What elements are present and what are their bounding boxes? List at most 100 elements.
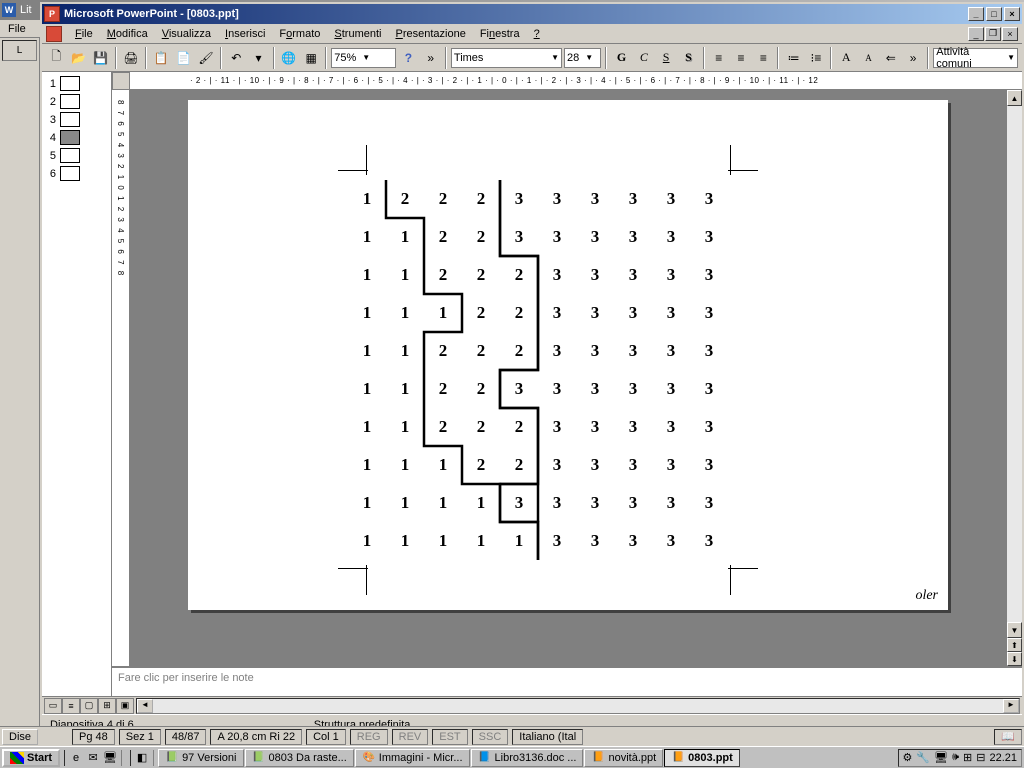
copy-button[interactable]: 📋 [151,47,171,69]
scroll-track[interactable] [1007,106,1022,622]
align-center-button[interactable]: ≡ [731,47,751,69]
undo-button[interactable]: ↶ [226,47,246,69]
menu-inserisci[interactable]: Inserisci [218,26,272,42]
thumb-6[interactable]: 6 [46,166,107,181]
slide-view-button[interactable]: ▢ [80,698,98,714]
taskbar[interactable]: Start e ✉ 🖥 ◧ 📗97 Versioni📗0803 Da raste… [0,746,1024,768]
mdi-minimize[interactable]: _ [968,27,984,41]
horizontal-scrollbar[interactable]: ◄ ► [136,698,1020,714]
taskbar-item[interactable]: 📗97 Versioni [158,749,243,767]
taskbar-item[interactable]: 📗0803 Da raste... [245,749,354,767]
zoom-select[interactable]: 75%▼ [331,48,396,68]
vertical-scrollbar[interactable]: ▲ ▼ ⬆ ⬇ [1006,90,1022,666]
outline-view-button[interactable]: ≡ [62,698,80,714]
thumb-5[interactable]: 5 [46,148,107,163]
ie-icon[interactable]: e [68,750,84,766]
grid-cell: 1 [500,522,538,560]
menu-finestra[interactable]: Finestra [473,26,527,42]
paste-button[interactable]: 📄 [173,47,193,69]
taskbar-item[interactable]: 📘Libro3136.doc ... [471,749,584,767]
save-button[interactable]: 💾 [91,47,111,69]
italic-button[interactable]: C [634,47,654,69]
mdi-restore[interactable]: ❐ [985,27,1001,41]
new-button[interactable]: 🗋 [46,47,66,69]
prev-slide-button[interactable]: ⬆ [1007,638,1022,652]
word-dise[interactable]: Dise [2,729,38,745]
taskbar-item[interactable]: 📙novità.ppt [584,749,663,767]
fontsize-select[interactable]: 28▼ [564,48,601,68]
ppt-menubar[interactable]: File Modifica Visualizza Inserisci Forma… [42,24,1022,44]
menu-file[interactable]: File [68,26,100,42]
menu-formato[interactable]: Formato [272,26,327,42]
scroll-left-button[interactable]: ◄ [137,699,153,713]
numbering-button[interactable]: ≔ [783,47,803,69]
menu-visualizza[interactable]: Visualizza [155,26,218,42]
thumb-1[interactable]: 1 [46,76,107,91]
format-painter-button[interactable]: 🖌 [196,47,216,69]
help-button[interactable]: ? [398,47,418,69]
outline-pane[interactable]: 1 2 3 4 5 6 [42,72,112,696]
menu-strumenti[interactable]: Strumenti [327,26,388,42]
menu-presentazione[interactable]: Presentazione [388,26,472,42]
ql-icon[interactable]: ◧ [134,750,150,766]
align-right-button[interactable]: ≡ [753,47,773,69]
grid-cell: 1 [348,294,386,332]
open-button[interactable]: 📂 [68,47,88,69]
system-tray[interactable]: ⚙ 🔧 🖥 🕪 ⊞ ⊟ 22.21 [898,749,1022,767]
font-select[interactable]: Times▼ [451,48,562,68]
ppt-titlebar[interactable]: P Microsoft PowerPoint - [0803.ppt] _ □ … [42,4,1022,24]
promote-button[interactable]: ⇐ [881,47,901,69]
close-button[interactable]: × [1004,7,1020,21]
tray-icon-6[interactable]: ⊟ [976,751,985,764]
desktop-icon[interactable]: 🖥 [102,750,118,766]
hyperlink-button[interactable]: 🌐 [279,47,299,69]
minimize-button[interactable]: _ [968,7,984,21]
scroll-right-button[interactable]: ► [1003,699,1019,713]
print-button[interactable]: 🖨 [121,47,141,69]
increase-font-button[interactable]: A [836,47,856,69]
start-button[interactable]: Start [2,749,60,767]
tray-icon-1[interactable]: ⚙ [903,751,913,764]
redo-button[interactable]: ▾ [248,47,268,69]
tray-icon-4[interactable]: 🕪 [952,751,959,764]
common-tasks-select[interactable]: Attività comuni▼ [933,48,1018,68]
word-menu-file[interactable]: File [2,22,32,36]
grid-cell: 3 [690,408,728,446]
outlook-icon[interactable]: ✉ [85,750,101,766]
scroll-down-button[interactable]: ▼ [1007,622,1022,638]
slide-canvas[interactable]: 1222333333112233333311222333331112233333… [130,90,1006,666]
scroll-up-button[interactable]: ▲ [1007,90,1022,106]
taskbar-item[interactable]: 🎨Immagini - Micr... [355,749,470,767]
slide[interactable]: 1222333333112233333311222333331112233333… [188,100,948,610]
grid-cell: 3 [538,256,576,294]
menu-modifica[interactable]: Modifica [100,26,155,42]
decrease-font-button[interactable]: A [858,47,878,69]
normal-view-button[interactable]: ▭ [44,698,62,714]
taskbar-item[interactable]: 📙0803.ppt [664,749,740,767]
table-button[interactable]: ▦ [301,47,321,69]
start-label: Start [27,752,52,764]
notes-pane[interactable]: Fare clic per inserire le note [112,666,1022,696]
thumb-2[interactable]: 2 [46,94,107,109]
mdi-close[interactable]: × [1002,27,1018,41]
slideshow-button[interactable]: ▣ [116,698,134,714]
sorter-view-button[interactable]: ⊞ [98,698,116,714]
thumb-3[interactable]: 3 [46,112,107,127]
tray-icon-5[interactable]: ⊞ [963,751,972,764]
next-slide-button[interactable]: ⬇ [1007,652,1022,666]
bullets-button[interactable]: ⁝≡ [806,47,826,69]
menu-help[interactable]: ? [527,26,547,42]
bold-button[interactable]: G [611,47,631,69]
underline-button[interactable]: S [656,47,676,69]
powerpoint-icon: P [44,6,60,22]
grid-cell: 3 [652,180,690,218]
thumb-4[interactable]: 4 [46,130,107,145]
tray-icon-3[interactable]: 🖥 [934,751,948,764]
maximize-button[interactable]: □ [986,7,1002,21]
more-std-button[interactable]: » [421,47,441,69]
tray-clock[interactable]: 22.21 [989,752,1017,764]
more-fmt-button[interactable]: » [903,47,923,69]
tray-icon-2[interactable]: 🔧 [916,751,930,764]
shadow-button[interactable]: S [678,47,698,69]
align-left-button[interactable]: ≡ [709,47,729,69]
